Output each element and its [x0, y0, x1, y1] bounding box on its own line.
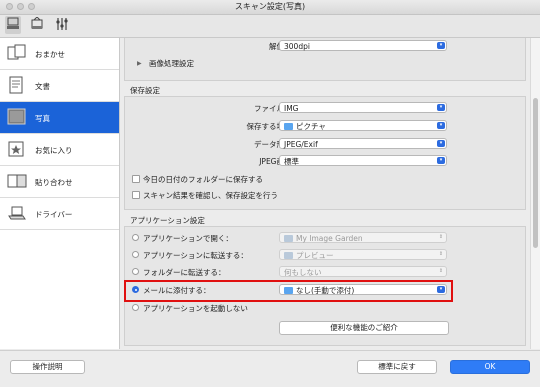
chevron-updown-icon: ▾: [437, 157, 445, 164]
folder-icon: [284, 123, 293, 130]
photo-icon: [7, 108, 26, 125]
resolution-select[interactable]: 300dpi ▾: [279, 40, 447, 51]
zoom-window-button[interactable]: [28, 3, 35, 10]
save-settings-group: ファイル名： IMG ▾ 保存する場所： ピクチャ ▾ データ形式： JPEG/…: [124, 96, 526, 210]
instructions-button[interactable]: 操作説明: [10, 360, 85, 374]
save-in-value: ピクチャ: [296, 122, 326, 131]
sidebar-item-document[interactable]: 文書: [0, 70, 119, 102]
sidebar-item-label: 文書: [35, 82, 50, 91]
sidebar-item-label: 写真: [35, 114, 50, 123]
open-with-app-value: My Image Garden: [296, 234, 363, 243]
vertical-scrollbar[interactable]: [530, 38, 540, 349]
document-icon: [9, 76, 23, 94]
send-to-folder-radio[interactable]: [132, 268, 139, 275]
scan-from-computer-icon[interactable]: [5, 16, 21, 34]
send-to-folder-label: フォルダーに転送する：: [143, 268, 226, 277]
driver-icon: [8, 206, 26, 220]
do-not-start-app-radio[interactable]: [132, 304, 139, 311]
sidebar-item-label: ドライバー: [35, 210, 73, 219]
highlight-frame: [124, 280, 453, 302]
scan-from-operation-panel-icon[interactable]: [29, 16, 45, 34]
chevron-updown-icon: ▾: [437, 104, 445, 111]
filename-field[interactable]: IMG ▾: [279, 102, 447, 113]
disclosure-triangle-icon[interactable]: ▶: [137, 60, 142, 67]
ok-button[interactable]: OK: [450, 360, 530, 374]
subfolder-checkbox[interactable]: [132, 175, 140, 183]
sidebar-item-favorites[interactable]: お気に入り: [0, 134, 119, 166]
defaults-button[interactable]: 標準に戻す: [357, 360, 437, 374]
save-in-select[interactable]: ピクチャ ▾: [279, 120, 447, 131]
sidebar-item-stitch[interactable]: 貼り合わせ: [0, 166, 119, 198]
jpeg-quality-value: 標準: [284, 157, 299, 166]
footer: 操作説明 標準に戻す OK: [0, 350, 540, 387]
resolution-value: 300dpi: [284, 42, 310, 51]
chevron-updown-icon: ⇕: [438, 268, 444, 274]
open-with-app-select[interactable]: My Image Garden ⇕: [279, 232, 447, 243]
auto-scan-icon: [7, 44, 26, 60]
stitch-icon: [7, 174, 27, 188]
scan-settings-window: スキャン設定(写真) おまかせ 文書 写真 お気に入り 貼り合わせ ドライバー …: [0, 0, 540, 387]
send-to-folder-select[interactable]: 何もしない ⇕: [279, 266, 447, 277]
scan-options-group: 解像度： 300dpi ▾ ▶ 画像処理設定: [124, 38, 526, 81]
jpeg-quality-select[interactable]: 標準 ▾: [279, 155, 447, 166]
window-controls: [6, 3, 35, 10]
favorites-icon: [8, 141, 24, 157]
chevron-updown-icon: ▾: [437, 42, 445, 49]
sidebar-item-label: お気に入り: [35, 146, 73, 155]
title-bar: スキャン設定(写真): [0, 0, 540, 15]
check-result-checkbox[interactable]: [132, 191, 140, 199]
sidebar-item-auto[interactable]: おまかせ: [0, 38, 119, 70]
send-to-app-value: プレビュー: [296, 251, 334, 260]
image-processing-toggle[interactable]: 画像処理設定: [149, 58, 194, 69]
send-to-app-radio[interactable]: [132, 251, 139, 258]
filename-value: IMG: [284, 104, 299, 113]
send-to-app-select[interactable]: プレビュー ⇕: [279, 249, 447, 260]
settings-panel: 解像度： 300dpi ▾ ▶ 画像処理設定 保存設定 ファイル名： IMG ▾…: [120, 38, 529, 349]
toolbar: [0, 15, 540, 38]
close-window-button[interactable]: [6, 3, 13, 10]
send-to-folder-value: 何もしない: [284, 268, 322, 277]
send-to-app-label: アプリケーションに転送する：: [143, 251, 248, 260]
scrollbar-thumb[interactable]: [533, 98, 538, 248]
save-settings-title: 保存設定: [130, 86, 160, 95]
sidebar-item-label: 貼り合わせ: [35, 178, 73, 187]
data-format-value: JPEG/Exif: [284, 140, 318, 149]
open-with-app-radio[interactable]: [132, 234, 139, 241]
sidebar-item-photo[interactable]: 写真: [0, 102, 119, 134]
app-icon: [284, 235, 293, 242]
general-settings-icon[interactable]: [54, 16, 70, 34]
chevron-updown-icon: ▾: [437, 122, 445, 129]
sidebar: おまかせ 文書 写真 お気に入り 貼り合わせ ドライバー: [0, 38, 120, 349]
subfolder-checkbox-label: 今日の日付のフォルダーに保存する: [143, 175, 263, 184]
sidebar-item-driver[interactable]: ドライバー: [0, 198, 119, 230]
minimize-window-button[interactable]: [17, 3, 24, 10]
preview-app-icon: [284, 252, 293, 259]
app-settings-title: アプリケーション設定: [130, 216, 205, 225]
open-with-app-label: アプリケーションで開く：: [143, 234, 233, 243]
sidebar-item-label: おまかせ: [35, 50, 65, 59]
data-format-select[interactable]: JPEG/Exif ▾: [279, 138, 447, 149]
window-title: スキャン設定(写真): [234, 2, 306, 11]
do-not-start-app-label: アプリケーションを起動しない: [143, 304, 248, 313]
chevron-updown-icon: ▾: [437, 140, 445, 147]
chevron-updown-icon: ⇕: [438, 234, 444, 240]
more-functions-button[interactable]: 便利な機能のご紹介: [279, 321, 449, 335]
check-result-checkbox-label: スキャン結果を確認し、保存設定を行う: [143, 191, 278, 200]
chevron-updown-icon: ⇕: [438, 251, 444, 257]
